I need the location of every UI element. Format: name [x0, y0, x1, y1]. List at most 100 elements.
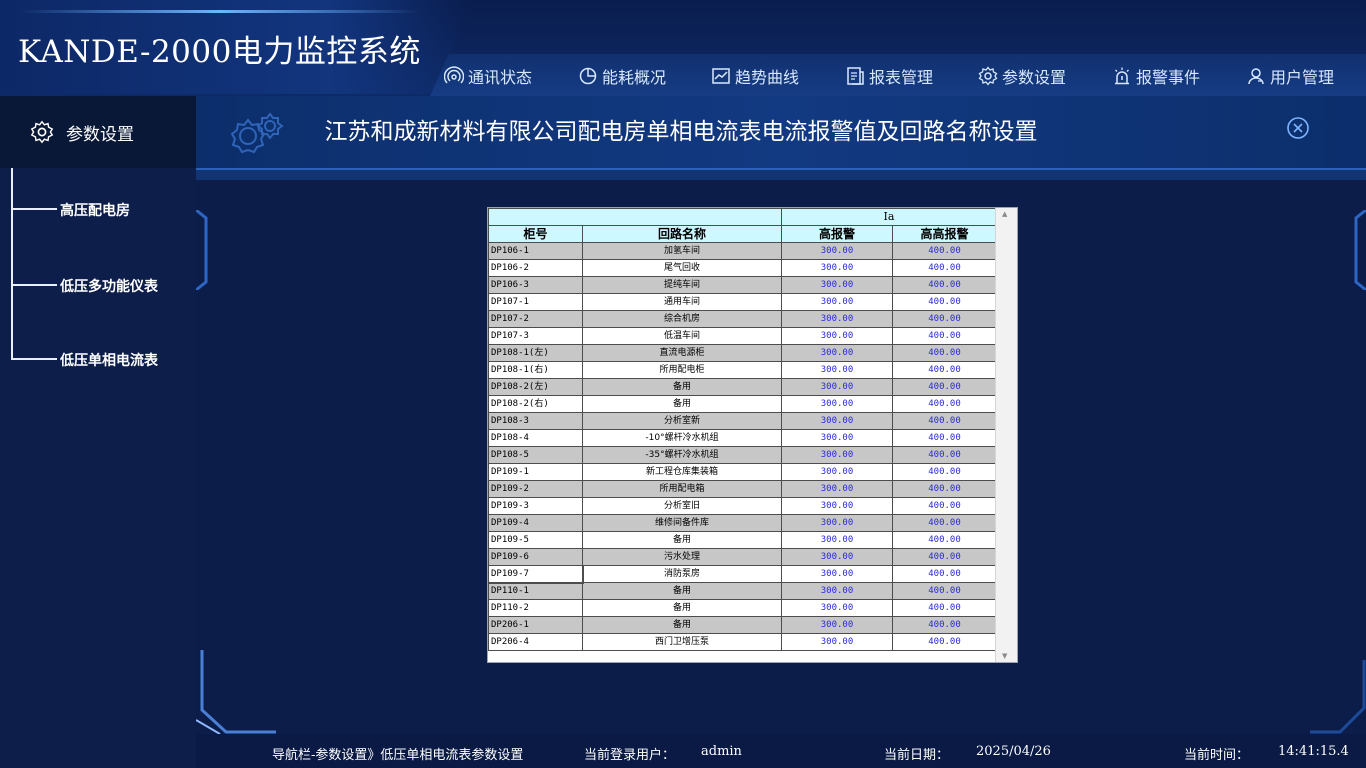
cabinet-cell[interactable]: DP109-3: [488, 497, 583, 515]
high-alarm-cell[interactable]: 300.00: [781, 378, 893, 396]
nav-item-user-management[interactable]: 用户管理: [1246, 64, 1334, 88]
high-alarm-cell[interactable]: 300.00: [781, 327, 893, 345]
table-row[interactable]: DP109-5 备用 300.00 400.00: [488, 531, 997, 549]
cabinet-cell[interactable]: DP106-3: [488, 276, 583, 294]
nav-item-energy-overview[interactable]: 能耗概况: [578, 64, 666, 88]
cabinet-cell[interactable]: DP109-2: [488, 480, 583, 498]
high-high-alarm-cell[interactable]: 400.00: [892, 310, 997, 328]
high-alarm-cell[interactable]: 300.00: [781, 344, 893, 362]
table-row[interactable]: DP108-2(右) 备用 300.00 400.00: [488, 395, 997, 413]
cabinet-cell[interactable]: DP107-1: [488, 293, 583, 311]
table-row[interactable]: DP109-2 所用配电箱 300.00 400.00: [488, 480, 997, 498]
table-row[interactable]: DP109-6 污水处理 300.00 400.00: [488, 548, 997, 566]
circuit-name-cell[interactable]: 备用: [582, 599, 782, 617]
high-high-alarm-cell[interactable]: 400.00: [892, 480, 997, 498]
table-scrollbar[interactable]: ▲ ▼: [995, 208, 1017, 662]
cabinet-cell[interactable]: DP109-7: [488, 564, 584, 584]
circuit-name-cell[interactable]: 分析室新: [582, 412, 782, 430]
high-alarm-cell[interactable]: 300.00: [781, 310, 893, 328]
high-high-alarm-cell[interactable]: 400.00: [892, 242, 997, 260]
nav-item-alarm-events[interactable]: 报警事件: [1112, 64, 1200, 88]
high-high-alarm-cell[interactable]: 400.00: [892, 463, 997, 481]
high-alarm-cell[interactable]: 300.00: [781, 446, 893, 464]
cabinet-cell[interactable]: DP108-1(左): [488, 344, 583, 362]
high-high-alarm-cell[interactable]: 400.00: [892, 344, 997, 362]
table-row[interactable]: DP110-1 备用 300.00 400.00: [488, 582, 997, 600]
table-row[interactable]: DP108-5 -35°螺杆冷水机组 300.00 400.00: [488, 446, 997, 464]
circuit-name-cell[interactable]: 直流电源柜: [582, 344, 782, 362]
sidebar-item-hv-room[interactable]: 高压配电房: [60, 200, 130, 220]
high-alarm-cell[interactable]: 300.00: [781, 497, 893, 515]
circuit-name-cell[interactable]: 综合机房: [582, 310, 782, 328]
circuit-name-cell[interactable]: 加氢车间: [582, 242, 782, 260]
high-alarm-cell[interactable]: 300.00: [781, 599, 893, 617]
cabinet-cell[interactable]: DP108-4: [488, 429, 583, 447]
high-alarm-cell[interactable]: 300.00: [781, 361, 893, 379]
circuit-name-cell[interactable]: 消防泵房: [582, 565, 782, 583]
cabinet-cell[interactable]: DP109-1: [488, 463, 583, 481]
high-alarm-cell[interactable]: 300.00: [781, 548, 893, 566]
high-high-alarm-cell[interactable]: 400.00: [892, 378, 997, 396]
high-alarm-cell[interactable]: 300.00: [781, 565, 893, 583]
high-alarm-cell[interactable]: 300.00: [781, 412, 893, 430]
circuit-name-cell[interactable]: 分析室旧: [582, 497, 782, 515]
table-row[interactable]: DP108-3 分析室新 300.00 400.00: [488, 412, 997, 430]
cabinet-cell[interactable]: DP107-2: [488, 310, 583, 328]
circuit-name-cell[interactable]: 通用车间: [582, 293, 782, 311]
cabinet-cell[interactable]: DP108-5: [488, 446, 583, 464]
scroll-up-arrow-icon[interactable]: ▲: [1002, 210, 1007, 218]
table-row[interactable]: DP108-4 -10°螺杆冷水机组 300.00 400.00: [488, 429, 997, 447]
table-row[interactable]: DP108-1(右) 所用配电柜 300.00 400.00: [488, 361, 997, 379]
circuit-name-cell[interactable]: 所用配电柜: [582, 361, 782, 379]
cabinet-cell[interactable]: DP109-4: [488, 514, 583, 532]
cabinet-cell[interactable]: DP108-2(右): [488, 395, 583, 413]
high-alarm-cell[interactable]: 300.00: [781, 582, 893, 600]
circuit-name-cell[interactable]: 新工程仓库集装箱: [582, 463, 782, 481]
high-high-alarm-cell[interactable]: 400.00: [892, 531, 997, 549]
high-alarm-cell[interactable]: 300.00: [781, 429, 893, 447]
table-row[interactable]: DP109-4 维修间备件库 300.00 400.00: [488, 514, 997, 532]
circuit-name-cell[interactable]: 备用: [582, 582, 782, 600]
high-high-alarm-cell[interactable]: 400.00: [892, 276, 997, 294]
circuit-name-cell[interactable]: -10°螺杆冷水机组: [582, 429, 782, 447]
circuit-name-cell[interactable]: 维修间备件库: [582, 514, 782, 532]
table-row[interactable]: DP108-1(左) 直流电源柜 300.00 400.00: [488, 344, 997, 362]
circuit-name-cell[interactable]: 备用: [582, 378, 782, 396]
cabinet-cell[interactable]: DP106-2: [488, 259, 583, 277]
high-high-alarm-cell[interactable]: 400.00: [892, 497, 997, 515]
table-row[interactable]: DP109-7 消防泵房 300.00 400.00: [488, 564, 997, 584]
high-high-alarm-cell[interactable]: 400.00: [892, 259, 997, 277]
cabinet-cell[interactable]: DP109-5: [488, 531, 583, 549]
table-row[interactable]: DP206-4 西门卫增压泵 300.00 400.00: [488, 633, 997, 651]
table-row[interactable]: DP106-3 提纯车间 300.00 400.00: [488, 276, 997, 294]
high-high-alarm-cell[interactable]: 400.00: [892, 412, 997, 430]
table-row[interactable]: DP109-3 分析室旧 300.00 400.00: [488, 497, 997, 515]
high-alarm-cell[interactable]: 300.00: [781, 463, 893, 481]
high-alarm-cell[interactable]: 300.00: [781, 633, 893, 651]
close-icon[interactable]: [1286, 116, 1310, 140]
circuit-name-cell[interactable]: -35°螺杆冷水机组: [582, 446, 782, 464]
table-row[interactable]: DP206-1 备用 300.00 400.00: [488, 616, 997, 634]
high-high-alarm-cell[interactable]: 400.00: [892, 616, 997, 634]
high-alarm-cell[interactable]: 300.00: [781, 395, 893, 413]
table-row[interactable]: DP106-2 尾气回收 300.00 400.00: [488, 259, 997, 277]
circuit-name-cell[interactable]: 所用配电箱: [582, 480, 782, 498]
high-alarm-cell[interactable]: 300.00: [781, 242, 893, 260]
cabinet-cell[interactable]: DP206-4: [488, 633, 583, 651]
table-row[interactable]: DP108-2(左) 备用 300.00 400.00: [488, 378, 997, 396]
table-row[interactable]: DP107-1 通用车间 300.00 400.00: [488, 293, 997, 311]
high-alarm-cell[interactable]: 300.00: [781, 259, 893, 277]
cabinet-cell[interactable]: DP106-1: [488, 242, 583, 260]
high-high-alarm-cell[interactable]: 400.00: [892, 514, 997, 532]
cabinet-cell[interactable]: DP109-6: [488, 548, 583, 566]
table-row[interactable]: DP107-2 综合机房 300.00 400.00: [488, 310, 997, 328]
high-high-alarm-cell[interactable]: 400.00: [892, 548, 997, 566]
circuit-name-cell[interactable]: 备用: [582, 395, 782, 413]
high-alarm-cell[interactable]: 300.00: [781, 616, 893, 634]
circuit-name-cell[interactable]: 备用: [582, 531, 782, 549]
high-high-alarm-cell[interactable]: 400.00: [892, 582, 997, 600]
high-high-alarm-cell[interactable]: 400.00: [892, 565, 997, 583]
cabinet-cell[interactable]: DP108-2(左): [488, 378, 583, 396]
circuit-name-cell[interactable]: 提纯车间: [582, 276, 782, 294]
high-alarm-cell[interactable]: 300.00: [781, 293, 893, 311]
